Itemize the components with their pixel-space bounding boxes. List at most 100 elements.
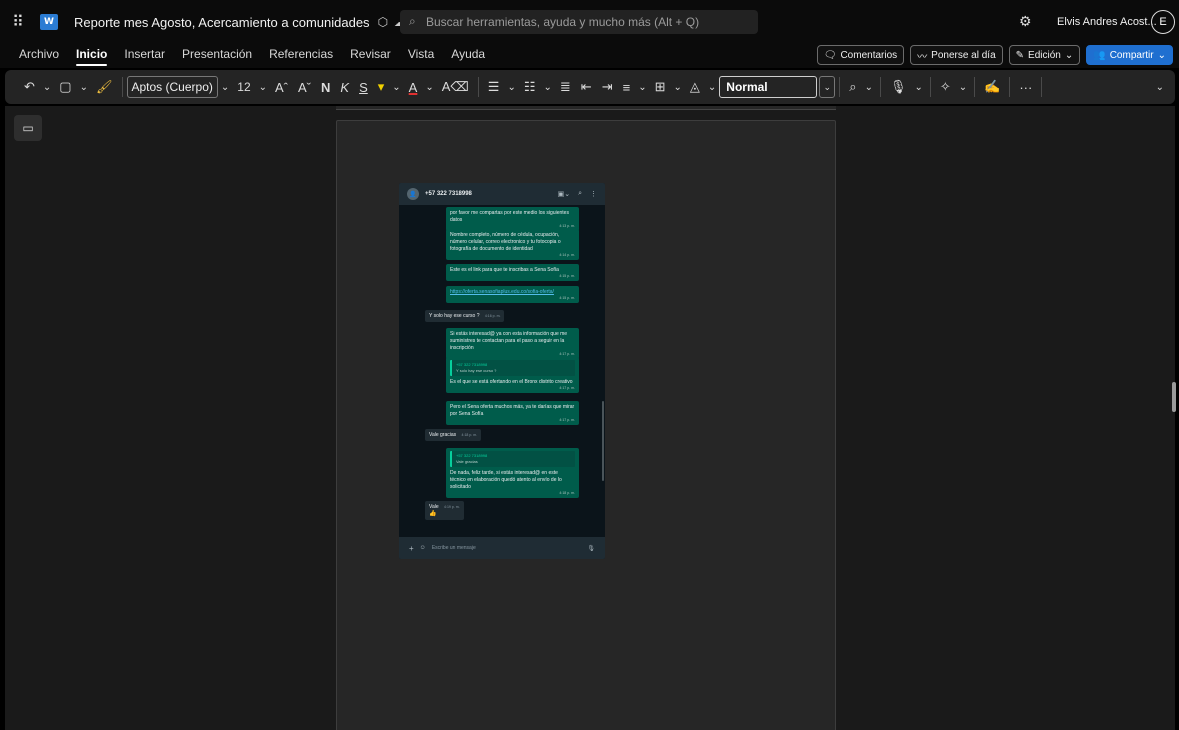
expand-ribbon-icon[interactable]: ⌄: [1153, 74, 1167, 100]
undo-icon[interactable]: ↶: [19, 74, 40, 100]
tab-inicio[interactable]: Inicio: [76, 44, 108, 68]
editor-icon[interactable]: ✍: [979, 74, 1005, 100]
avatar[interactable]: E: [1151, 10, 1175, 34]
chevron-down-icon: ⌄: [1157, 49, 1166, 61]
user-name[interactable]: Elvis Andres Acost...: [1057, 16, 1157, 28]
dictate-icon[interactable]: 🎙: [885, 74, 912, 100]
shrink-font-icon[interactable]: Aˇ: [293, 74, 316, 100]
previous-page: [336, 106, 836, 110]
underline-button[interactable]: S: [354, 74, 373, 100]
document-title[interactable]: Reporte mes Agosto, Acercamiento a comun…: [74, 15, 370, 30]
chat-message: https://oferta.senasofiaplus.edu.co/sofi…: [446, 286, 579, 303]
chat-message: Vale gracias 4:18 p. m.: [425, 429, 482, 441]
chat-scrollbar: [602, 401, 604, 481]
chevron-down-icon[interactable]: ⌄: [671, 74, 685, 100]
shading-icon[interactable]: ◬: [685, 74, 705, 100]
message-text: por favor me compartas por este medio lo…: [450, 210, 569, 223]
chevron-down-icon[interactable]: ⌄: [705, 74, 719, 100]
font-name-select[interactable]: Aptos (Cuerpo): [126, 76, 218, 98]
tab-ayuda[interactable]: Ayuda: [451, 44, 485, 68]
chevron-down-icon[interactable]: ⌄: [422, 74, 436, 100]
highlight-icon[interactable]: ▾: [373, 74, 390, 100]
app-launcher-icon[interactable]: ⠿: [0, 0, 36, 44]
message-text: Es el que se está ofertando en el Bronx …: [450, 379, 573, 385]
clear-formatting-icon[interactable]: A⌫: [437, 74, 474, 100]
message-time: 4:16 p. m.: [484, 314, 501, 318]
editing-mode-button[interactable]: ✎ Edición ⌄: [1008, 45, 1081, 65]
contact-avatar-icon: 👤: [407, 188, 419, 200]
comment-icon: 🗨: [823, 49, 837, 61]
more-options-icon[interactable]: ···: [1014, 74, 1037, 100]
tab-vista[interactable]: Vista: [408, 44, 434, 68]
document-page[interactable]: 👤 +57 322 7318998 ▣⌄ ⌕ ⋮ por favor me co…: [336, 120, 836, 730]
gear-icon[interactable]: ⚙: [1019, 13, 1032, 30]
search-input[interactable]: ⌕ Buscar herramientas, ayuda y mucho más…: [400, 10, 758, 34]
search-icon: ⌕: [409, 14, 416, 28]
message-text: Vale gracias: [429, 432, 457, 438]
pencil-icon: ✎: [1015, 49, 1025, 61]
document-canvas[interactable]: ▭ 👤 +57 322 7318998 ▣⌄ ⌕ ⋮ por favor me …: [5, 106, 1176, 730]
chat-input-bar: + ☺ Escribe un mensaje 🎙: [399, 537, 605, 559]
shield-icon[interactable]: ⬡: [378, 15, 388, 29]
chat-messages: por favor me compartas por este medio lo…: [399, 205, 605, 537]
chevron-down-icon[interactable]: ⌄: [218, 74, 232, 100]
tab-revisar[interactable]: Revisar: [350, 44, 391, 68]
chevron-down-icon[interactable]: ⌄: [911, 74, 925, 100]
chevron-down-icon[interactable]: ⌄: [635, 74, 649, 100]
chevron-down-icon[interactable]: ⌄: [389, 74, 403, 100]
grow-font-icon[interactable]: Aˆ: [270, 74, 293, 100]
numbering-icon[interactable]: ☷: [519, 74, 541, 100]
catch-up-label: Ponerse al día: [931, 49, 996, 61]
message-time: 4:18 p. m.: [461, 433, 478, 437]
format-painter-icon[interactable]: 🖌: [91, 74, 118, 100]
chevron-down-icon[interactable]: ⌄: [956, 74, 970, 100]
comments-button[interactable]: 🗨 Comentarios: [816, 45, 905, 65]
divider: [477, 77, 479, 97]
font-name-value: Aptos (Cuerpo): [131, 80, 213, 94]
whatsapp-chat-image[interactable]: 👤 +57 322 7318998 ▣⌄ ⌕ ⋮ por favor me co…: [399, 183, 605, 559]
divider: [121, 77, 123, 97]
chevron-down-icon[interactable]: ⌄: [77, 74, 91, 100]
sticker-icon: ☺: [419, 545, 426, 551]
tab-archivo[interactable]: Archivo: [19, 44, 59, 68]
clipboard-icon[interactable]: ▢: [54, 74, 76, 100]
vertical-scrollbar[interactable]: [1172, 382, 1176, 412]
find-icon[interactable]: ⌕: [844, 74, 861, 100]
tab-referencias[interactable]: Referencias: [269, 44, 333, 68]
chat-message: Este es el link para que te inscribas a …: [446, 264, 579, 281]
divider: [879, 77, 881, 97]
word-logo-icon[interactable]: W: [40, 14, 58, 30]
quoted-message: +57 322 7318998 Y solo hay ese curso ?: [450, 360, 575, 376]
tab-insertar[interactable]: Insertar: [124, 44, 165, 68]
chevron-down-icon[interactable]: ⌄: [541, 74, 555, 100]
chevron-down-icon[interactable]: ⌄: [256, 74, 270, 100]
catch-up-button[interactable]: 〰 Ponerse al día: [910, 45, 1003, 65]
message-link: https://oferta.senasofiaplus.edu.co/sofi…: [450, 289, 554, 295]
navigation-pane-icon[interactable]: ▭: [14, 115, 42, 141]
font-size-select[interactable]: 12: [232, 74, 255, 100]
align-icon[interactable]: ≡: [618, 74, 636, 100]
multilevel-list-icon[interactable]: ≣: [555, 74, 576, 100]
comments-label: Comentarios: [840, 49, 898, 61]
style-select[interactable]: Normal: [719, 76, 818, 98]
font-color-icon[interactable]: A: [404, 74, 423, 100]
message-text: De nada, feliz tarde, si estás interesad…: [450, 470, 562, 490]
chevron-down-icon[interactable]: ⌄: [40, 74, 54, 100]
share-button[interactable]: 👥 Compartir ⌄: [1086, 45, 1173, 65]
bullets-icon[interactable]: ☰: [483, 74, 505, 100]
title-bar: ⠿ W Reporte mes Agosto, Acercamiento a c…: [0, 0, 1179, 44]
chevron-down-icon[interactable]: ⌄: [862, 74, 876, 100]
video-call-icon: ▣⌄: [557, 191, 571, 198]
search-icon: ⌕: [578, 190, 582, 197]
italic-button[interactable]: K: [335, 74, 354, 100]
tab-presentacion[interactable]: Presentación: [182, 44, 252, 68]
decrease-indent-icon[interactable]: ⇤: [576, 74, 597, 100]
borders-icon[interactable]: ⊞: [650, 74, 671, 100]
message-text: Vale: [429, 504, 439, 510]
sensitivity-icon[interactable]: ✧: [935, 74, 956, 100]
style-dropdown-button[interactable]: ⌄: [819, 76, 836, 98]
increase-indent-icon[interactable]: ⇥: [597, 74, 618, 100]
chevron-down-icon[interactable]: ⌄: [504, 74, 518, 100]
bold-button[interactable]: N: [316, 74, 335, 100]
ribbon-tabs: Archivo Inicio Insertar Presentación Ref…: [0, 44, 1179, 68]
